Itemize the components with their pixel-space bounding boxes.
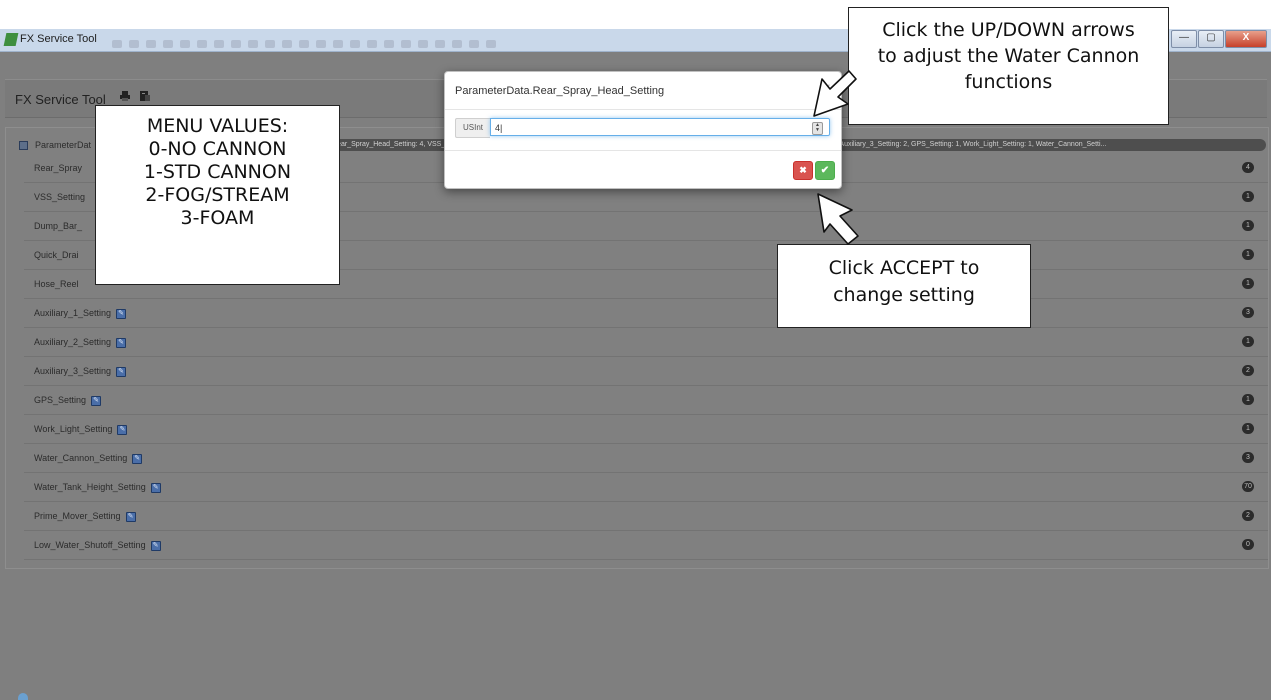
printer-icon[interactable] <box>119 90 131 102</box>
tree-item-auxiliary-2[interactable]: Auxiliary_2_Setting ✎ 1 <box>24 328 1268 357</box>
accept-button[interactable]: ✔ <box>815 161 835 180</box>
input-value: 4 <box>495 123 501 133</box>
cancel-button[interactable]: ✖ <box>793 161 813 180</box>
tree-item-low-water-shutoff[interactable]: Low_Water_Shutoff_Setting ✎ 0 <box>24 531 1268 560</box>
divider <box>445 150 841 151</box>
app-logo-icon <box>3 33 19 46</box>
edit-icon[interactable]: ✎ <box>132 453 143 464</box>
edit-icon[interactable]: ✎ <box>150 482 161 493</box>
tree-item-prime-mover[interactable]: Prime_Mover_Setting ✎ 2 <box>24 502 1268 531</box>
callout-line: 1-STD CANNON <box>143 161 292 183</box>
callout-line: change setting <box>833 284 975 306</box>
edit-parameter-dialog: ParameterData.Rear_Spray_Head_Setting × … <box>444 71 842 189</box>
tree-root-label: ParameterDat <box>35 140 92 150</box>
value-badge: 1 <box>1242 336 1254 347</box>
status-icon <box>18 693 28 700</box>
tree-item-label: Water_Cannon_Setting <box>34 453 128 463</box>
tree-item-label: Low_Water_Shutoff_Setting <box>34 540 146 550</box>
edit-icon[interactable]: ✎ <box>150 540 161 551</box>
callout-line: Click ACCEPT to <box>828 257 980 279</box>
tree-item-label: Dump_Bar_ <box>34 221 83 231</box>
menu-values-callout: MENU VALUES: 0-NO CANNON 1-STD CANNON 2-… <box>95 105 340 285</box>
export-icon[interactable] <box>139 90 151 102</box>
value-badge: 1 <box>1242 191 1254 202</box>
value-badge: 0 <box>1242 539 1254 550</box>
window-title: FX Service Tool <box>20 33 97 45</box>
tree-item-label: Auxiliary_2_Setting <box>34 337 112 347</box>
value-badge: 4 <box>1242 162 1254 173</box>
divider <box>445 109 841 110</box>
callout-line: to adjust the Water Cannon <box>877 45 1140 67</box>
value-badge: 2 <box>1242 510 1254 521</box>
value-badge: 1 <box>1242 220 1254 231</box>
callout-line: 2-FOG/STREAM <box>145 184 290 206</box>
value-badge: 3 <box>1242 307 1254 318</box>
dialog-title: ParameterData.Rear_Spray_Head_Setting <box>455 85 665 97</box>
maximize-button[interactable]: ▢ <box>1198 30 1224 48</box>
dialog-close-button[interactable]: × <box>822 80 831 98</box>
tree-item-water-tank-height[interactable]: Water_Tank_Height_Setting ✎ 70 <box>24 473 1268 502</box>
value-badge: 70 <box>1242 481 1254 492</box>
up-down-arrows-callout: Click the UP/DOWN arrows to adjust the W… <box>848 7 1169 125</box>
value-badge: 1 <box>1242 278 1254 289</box>
edit-icon[interactable]: ✎ <box>116 366 127 377</box>
accept-callout: Click ACCEPT to change setting <box>777 244 1031 328</box>
up-down-spinner-icon[interactable]: ▲ ▼ <box>812 122 823 135</box>
tree-item-gps[interactable]: GPS_Setting ✎ 1 <box>24 386 1268 415</box>
tree-item-label: Prime_Mover_Setting <box>34 511 121 521</box>
tree-item-label: Rear_Spray <box>34 163 83 173</box>
value-number-input[interactable]: 4| ▲ ▼ <box>490 118 830 136</box>
minimize-button[interactable]: — <box>1171 30 1197 48</box>
edit-icon[interactable]: ✎ <box>116 308 127 319</box>
app-title: FX Service Tool <box>15 92 106 107</box>
tree-item-work-light[interactable]: Work_Light_Setting ✎ 1 <box>24 415 1268 444</box>
tree-item-auxiliary-3[interactable]: Auxiliary_3_Setting ✎ 2 <box>24 357 1268 386</box>
quick-access-toolbar <box>112 35 672 48</box>
value-badge: 1 <box>1242 249 1254 260</box>
callout-line: Click the UP/DOWN arrows <box>882 19 1135 41</box>
callout-line: MENU VALUES: <box>146 115 289 137</box>
tree-item-label: VSS_Setting <box>34 192 86 202</box>
tree-item-label: Auxiliary_3_Setting <box>34 366 112 376</box>
edit-icon[interactable]: ✎ <box>117 424 128 435</box>
edit-icon[interactable]: ✎ <box>91 395 102 406</box>
edit-icon[interactable]: ✎ <box>125 511 136 522</box>
tree-item-label: GPS_Setting <box>34 395 87 405</box>
value-badge: 2 <box>1242 365 1254 376</box>
callout-line: functions <box>964 71 1053 93</box>
tree-item-label: Water_Tank_Height_Setting <box>34 482 146 492</box>
tree-item-label: Hose_Reel <box>34 279 79 289</box>
callout-line: 3-FOAM <box>180 207 255 229</box>
tree-item-water-cannon[interactable]: Water_Cannon_Setting ✎ 3 <box>24 444 1268 473</box>
callout-line: 0-NO CANNON <box>148 138 287 160</box>
tree-item-label: Work_Light_Setting <box>34 424 113 434</box>
value-badge: 3 <box>1242 452 1254 463</box>
tree-item-label: Auxiliary_1_Setting <box>34 308 112 318</box>
edit-icon[interactable]: ✎ <box>116 337 127 348</box>
collapse-icon[interactable] <box>19 141 28 150</box>
value-badge: 1 <box>1242 423 1254 434</box>
close-window-button[interactable]: X <box>1225 30 1267 48</box>
tree-item-auxiliary-1[interactable]: Auxiliary_1_Setting ✎ 3 <box>24 299 1268 328</box>
tree-item-label: Quick_Drai <box>34 250 79 260</box>
value-badge: 1 <box>1242 394 1254 405</box>
type-label: USInt <box>455 118 490 138</box>
